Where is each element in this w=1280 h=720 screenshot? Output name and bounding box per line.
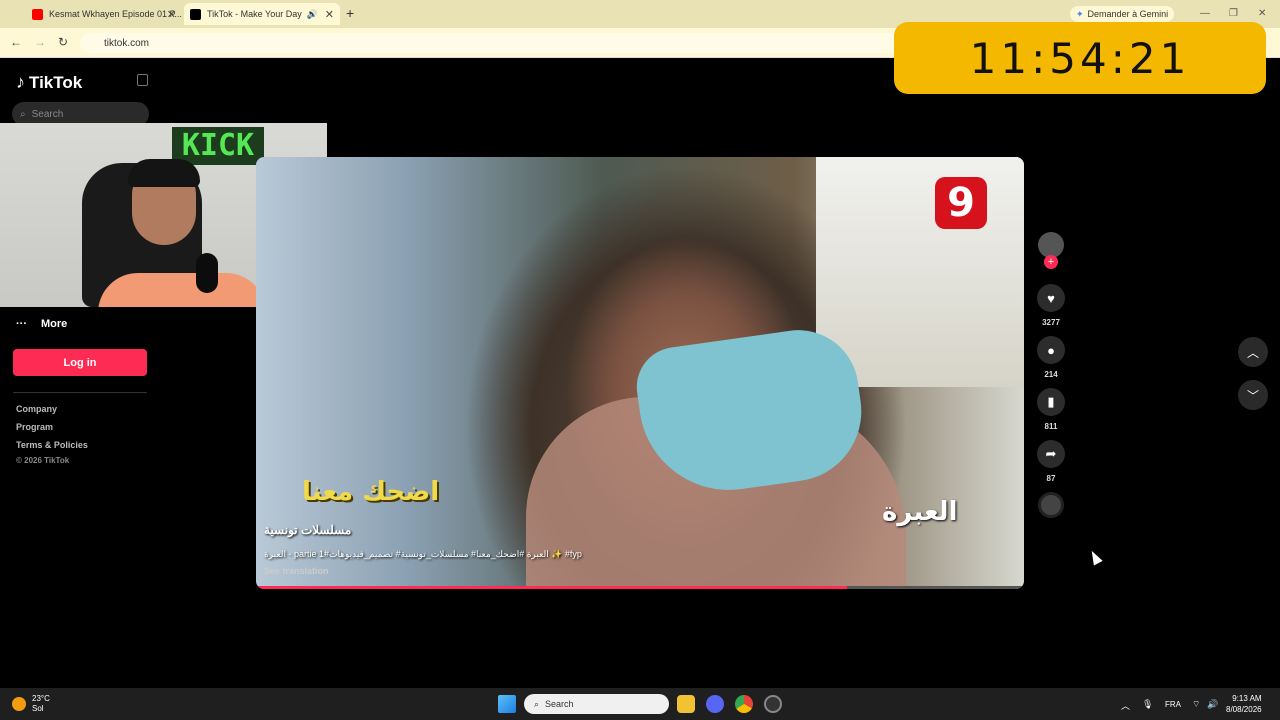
bookmark-button[interactable]: ▮ 811 <box>1036 388 1066 431</box>
microphone-icon[interactable]: 🎙 <box>1142 699 1153 710</box>
wifi-icon[interactable]: ⌔ <box>1192 699 1200 710</box>
taskbar-clock[interactable]: 9:13 AM 8/08/2026 <box>1226 693 1262 715</box>
forward-icon[interactable]: → <box>34 35 46 49</box>
close-tab-icon[interactable]: ✕ <box>325 8 334 21</box>
follow-plus-icon[interactable]: + <box>1044 255 1058 269</box>
collapse-sidebar-icon[interactable] <box>137 74 148 86</box>
tiktok-icon <box>190 8 201 20</box>
video-background <box>816 157 1024 387</box>
tab-title: TikTok - Make Your Day <box>207 9 302 19</box>
url-field[interactable]: tiktok.com <box>80 33 900 53</box>
footer-link-program[interactable]: Program <box>16 422 53 432</box>
browser-tab-tiktok[interactable]: TikTok - Make Your Day 🔊 ✕ <box>184 3 340 25</box>
kick-sign: KICK <box>172 127 264 165</box>
comment-count: 214 <box>1044 370 1058 379</box>
taskbar-time: 9:13 AM <box>1232 694 1262 703</box>
close-window-icon[interactable]: ✕ <box>1258 8 1266 19</box>
video-caption-title: مسلسلات تونسية <box>264 523 352 537</box>
new-tab-button[interactable]: + <box>346 5 354 21</box>
gemini-label: Demander à Gemini <box>1087 9 1169 19</box>
show-logo: اضحك معنا <box>302 477 440 507</box>
like-button[interactable]: ♥ 3277 <box>1036 284 1066 327</box>
weather-condition: Sol <box>32 704 44 713</box>
microphone <box>196 253 218 293</box>
volume-icon[interactable]: 🔊 <box>1207 699 1218 710</box>
tray-overflow-icon[interactable]: ︿ <box>1121 699 1130 712</box>
tiktok-note-icon: ♪ <box>16 72 25 92</box>
share-button[interactable]: ➦ 87 <box>1036 440 1066 483</box>
temperature: 23°C <box>32 694 50 703</box>
bookmark-icon: ▮ <box>1037 388 1065 416</box>
channel-badge: 9 <box>935 177 987 229</box>
discord-icon[interactable] <box>706 695 724 713</box>
file-explorer-icon[interactable] <box>677 695 695 713</box>
close-tab-icon[interactable]: ✕ <box>167 8 176 21</box>
copyright: © 2026 TikTok <box>16 456 70 465</box>
language-indicator[interactable]: FRA <box>1165 700 1181 709</box>
search-icon: ⌕ <box>534 698 540 709</box>
video-watermark: العبرة <box>882 497 958 527</box>
comment-icon: ● <box>1037 336 1065 364</box>
video-progress-fill <box>256 586 848 589</box>
obs-icon[interactable] <box>764 695 782 713</box>
heart-icon: ♥ <box>1037 284 1065 312</box>
previous-video-button[interactable]: ︿ <box>1238 337 1268 367</box>
comment-button[interactable]: ● 214 <box>1036 336 1066 379</box>
windows-start-icon[interactable] <box>498 695 516 713</box>
taskbar-search-placeholder: Search <box>545 699 574 709</box>
weather-widget[interactable]: 23°C Sol <box>12 694 50 714</box>
mouse-cursor <box>1087 548 1103 566</box>
minimize-icon[interactable]: — <box>1200 8 1210 19</box>
headphones <box>128 159 200 187</box>
search-placeholder: Search <box>31 108 64 120</box>
save-count: 811 <box>1044 422 1058 431</box>
chevron-down-icon: ﹀ <box>1246 388 1259 403</box>
tiktok-logo[interactable]: ♪ TikTok <box>16 72 82 93</box>
sparkle-icon: ✦ <box>1076 8 1084 19</box>
share-count: 87 <box>1046 474 1056 483</box>
gemini-button[interactable]: ✦ Demander à Gemini <box>1070 6 1175 22</box>
brand-text: TikTok <box>29 72 83 92</box>
youtube-icon <box>32 8 43 20</box>
url-text: tiktok.com <box>104 37 150 49</box>
video-player[interactable]: 9 العبرة اضحك معنا مسلسلات تونسية العبرة… <box>256 157 1024 589</box>
search-icon: ⌕ <box>20 108 26 120</box>
reload-icon[interactable]: ↻ <box>58 35 68 49</box>
tab-title: Kesmat Wkhayen Episode 01 P... <box>49 9 182 19</box>
login-button[interactable]: Log in <box>13 349 147 376</box>
sun-icon <box>12 697 26 711</box>
chevron-up-icon: ︿ <box>1246 345 1259 360</box>
like-count: 3277 <box>1042 318 1060 327</box>
streamer-body <box>98 273 266 307</box>
sidebar-divider <box>13 392 147 393</box>
maximize-icon[interactable]: ❐ <box>1229 8 1238 19</box>
footer-link-company[interactable]: Company <box>16 404 57 414</box>
footer-link-terms[interactable]: Terms & Policies <box>16 440 88 450</box>
speaker-icon[interactable]: 🔊 <box>307 9 318 20</box>
see-translation-link[interactable]: See translation <box>264 566 329 576</box>
video-description: العبرة - partie 1#العبرة #اضحك_معنا# مسل… <box>264 549 582 559</box>
video-progress-bar[interactable] <box>256 586 1024 589</box>
taskbar-search[interactable]: ⌕ Search <box>524 694 669 714</box>
browser-tab-youtube[interactable]: Kesmat Wkhayen Episode 01 P... ✕ <box>26 3 182 25</box>
back-icon[interactable]: ← <box>10 35 22 49</box>
music-disc[interactable] <box>1038 492 1064 518</box>
next-video-button[interactable]: ﹀ <box>1238 380 1268 410</box>
share-icon: ➦ <box>1037 440 1065 468</box>
more-label: More <box>41 318 68 330</box>
ellipsis-icon: ··· <box>16 318 27 330</box>
chrome-icon[interactable] <box>735 695 753 713</box>
more-menu-item[interactable]: ··· More <box>16 318 67 330</box>
overlay-clock: 11:54:21 <box>894 22 1266 94</box>
taskbar-date: 8/08/2026 <box>1226 705 1262 714</box>
